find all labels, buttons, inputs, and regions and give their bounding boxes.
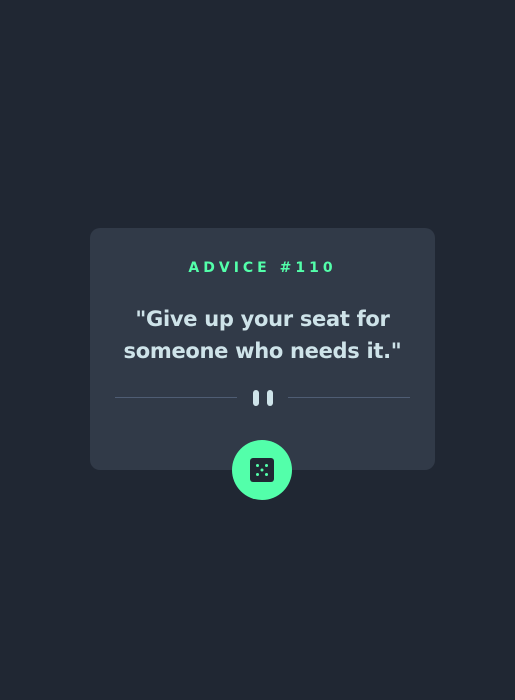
divider-line-left	[115, 397, 237, 398]
divider	[115, 388, 410, 408]
advice-quote: "Give up your seat for someone who needs…	[123, 307, 402, 363]
divider-line-right	[288, 397, 410, 398]
advice-card: ADVICE #110 "Give up your seat for someo…	[90, 228, 435, 470]
generate-advice-button[interactable]	[232, 440, 292, 500]
dice-icon	[250, 458, 274, 482]
advice-number: ADVICE #110	[188, 260, 337, 276]
pause-icon	[253, 390, 273, 406]
